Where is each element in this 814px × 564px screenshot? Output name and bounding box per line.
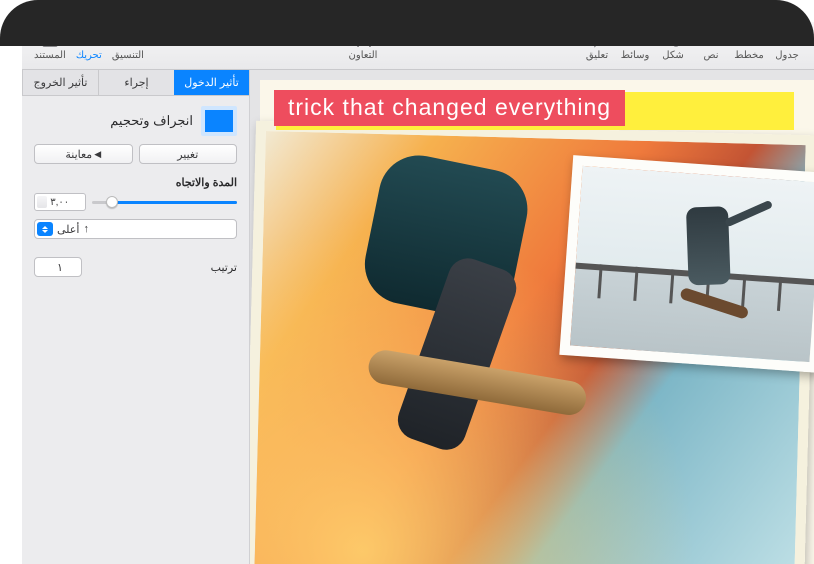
photo-small-selected[interactable] [559,155,814,373]
selection-handles[interactable] [566,162,814,367]
duration-value: ٣,٠٠ ث [38,197,69,208]
toolbar-label: جدول [775,50,799,61]
toolbar-label: المستند [34,50,66,61]
effect-thumbnail [201,106,237,136]
slide: trick that changed everything [260,80,814,564]
chevron-updown-icon [63,261,75,273]
toolbar-label: شكل [662,50,683,61]
device-bezel [0,0,814,46]
duration-stepper[interactable]: ٣,٠٠ ث [34,193,86,211]
caption-text: trick that changed everything [288,94,611,120]
action-tab[interactable]: إجراء [98,70,174,95]
toolbar-label: نص [703,50,718,61]
inspector-panel: تأثير الخروج إجراء تأثير الدخول انجراف و… [22,70,250,564]
toolbar-label: وسائط [621,50,650,61]
slide-canvas[interactable]: trick that changed everything [250,70,814,564]
duration-section-title: المدة والاتجاه [34,176,237,189]
toolbar-label: تعليق [586,50,608,61]
build-in-tab[interactable]: تأثير الدخول [174,70,249,95]
tab-label: تأثير الدخول [184,76,239,89]
direction-value: أعلى [57,223,79,236]
order-field[interactable]: ١ [34,257,82,277]
tab-label: تأثير الخروج [34,76,88,89]
chevron-updown-icon [37,222,53,236]
button-label: معاينة [65,148,92,161]
toolbar-label: التعاون [349,50,378,61]
arrow-up-icon: ↑ [83,223,89,235]
app-window: المستند تحريك التنسيق التعاون [22,22,814,564]
effect-name-label: انجراف وتحجيم [34,113,193,129]
preview-button[interactable]: ◀ معاينة [34,144,133,164]
build-out-tab[interactable]: تأثير الخروج [22,70,98,95]
button-label: تغيير [177,148,198,161]
duration-slider[interactable] [92,195,237,209]
inspector-tabs: تأثير الخروج إجراء تأثير الدخول [22,70,249,96]
order-label: ترتيب [203,261,237,274]
tab-label: إجراء [124,76,148,89]
toolbar-label: التنسيق [112,50,144,61]
toolbar-label: مخطط [734,50,764,61]
change-button[interactable]: تغيير [139,144,238,164]
slide-caption[interactable]: trick that changed everything [274,88,794,128]
toolbar-label: تحريك [76,50,102,61]
direction-dropdown[interactable]: ↑ أعلى [34,219,237,239]
